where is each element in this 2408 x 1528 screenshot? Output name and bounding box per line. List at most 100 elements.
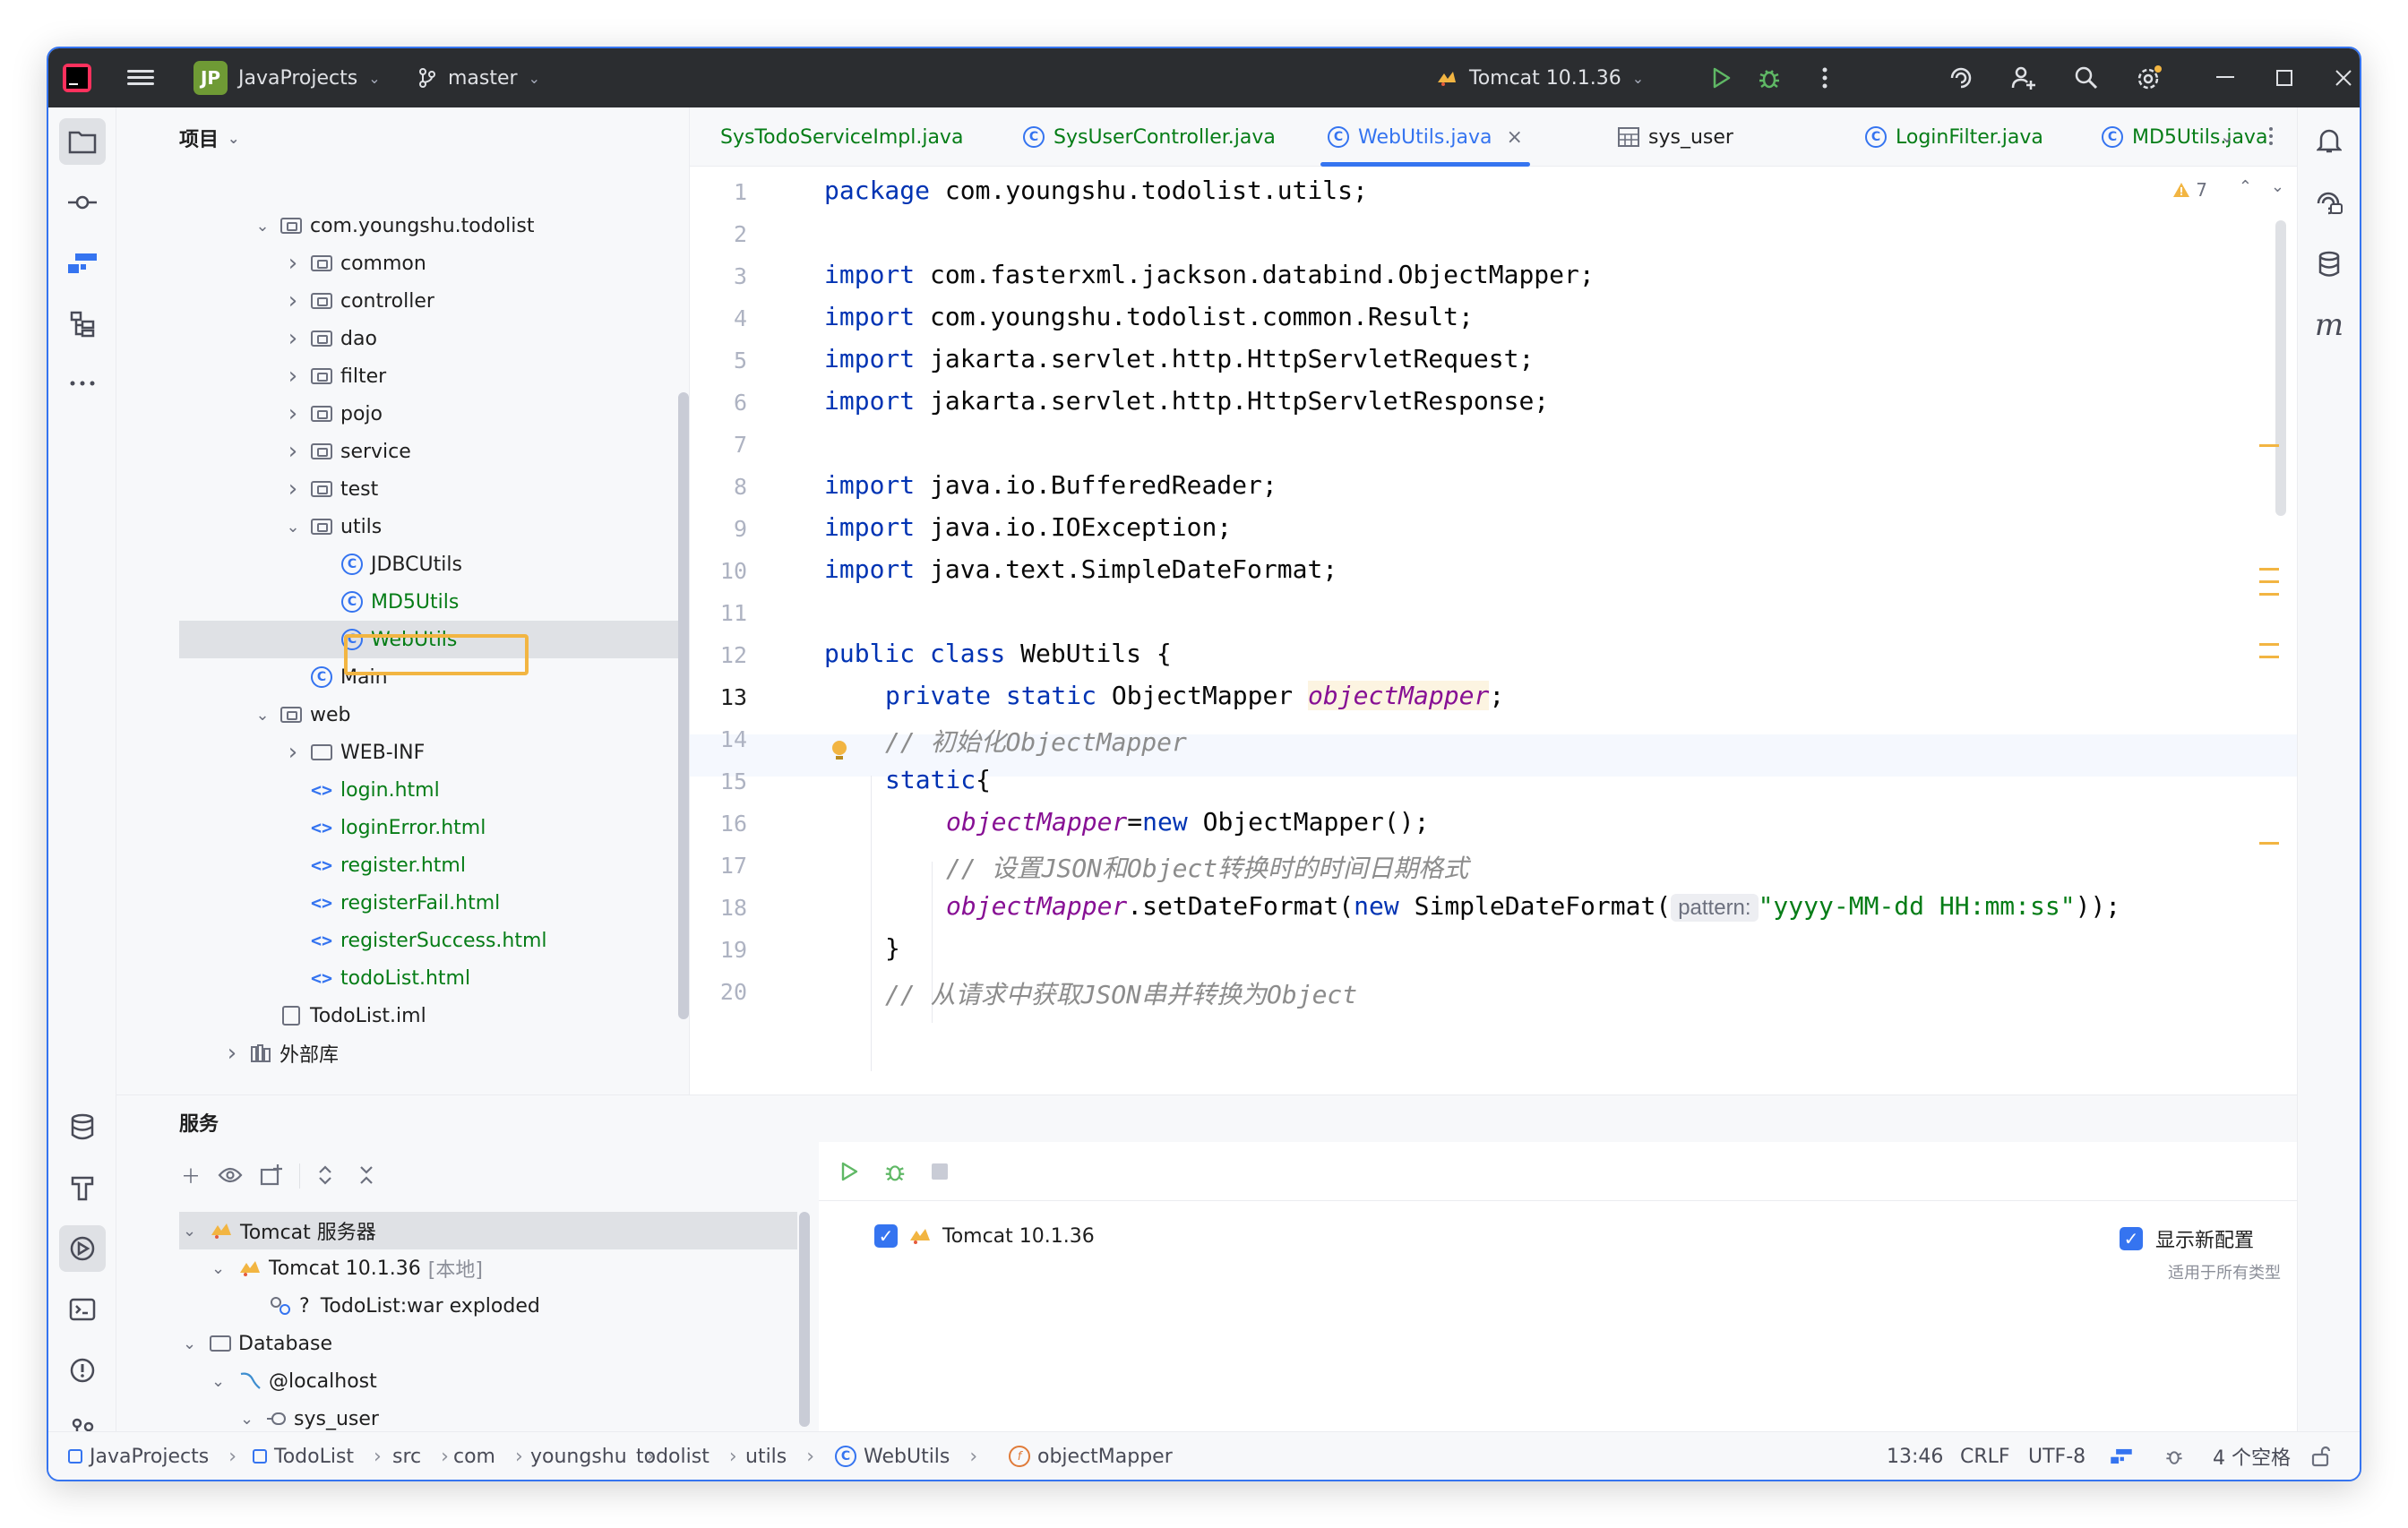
- ai-chat-icon[interactable]: [2307, 181, 2352, 226]
- config-item-row[interactable]: ✓ Tomcat 10.1.36: [874, 1224, 1095, 1248]
- project-tree-item[interactable]: › test: [116, 470, 680, 508]
- project-tree-item[interactable]: › common: [116, 245, 680, 282]
- line-number[interactable]: 9: [690, 516, 747, 542]
- services-tree-tomcat-server[interactable]: ⌄ Tomcat 服务器: [183, 1212, 376, 1249]
- structure-tool-icon[interactable]: [59, 301, 106, 348]
- intellij-logo-icon[interactable]: [63, 64, 91, 92]
- commit-tool-icon[interactable]: [59, 179, 106, 226]
- breadcrumb-item[interactable]: utils ›: [745, 1432, 814, 1480]
- file-encoding[interactable]: UTF-8: [2028, 1432, 2086, 1480]
- chevron-right-icon[interactable]: ›: [283, 438, 303, 465]
- database-tool-icon[interactable]: [59, 1103, 106, 1150]
- project-tree-item[interactable]: C WebUtils: [179, 621, 678, 658]
- chevron-right-icon[interactable]: ›: [283, 325, 303, 352]
- breadcrumb-item[interactable]: C WebUtils ›: [835, 1432, 977, 1480]
- line-separator[interactable]: CRLF: [1960, 1432, 2010, 1480]
- inspection-widget[interactable]: 7: [2172, 179, 2207, 201]
- chevron-right-icon[interactable]: ›: [283, 250, 303, 277]
- line-number[interactable]: 13: [690, 684, 747, 710]
- project-tree-item[interactable]: <> todoList.html: [116, 959, 680, 997]
- view-options-eye-icon[interactable]: [215, 1160, 245, 1190]
- line-number[interactable]: 3: [690, 263, 747, 289]
- chevron-right-icon[interactable]: ›: [283, 739, 303, 766]
- project-tree-item[interactable]: › WEB-INF: [116, 734, 680, 771]
- project-tree-item[interactable]: › dao: [116, 320, 680, 357]
- run-configuration-selector[interactable]: Tomcat 10.1.36 ⌄: [1435, 61, 1644, 95]
- editor-tab[interactable]: SysTodoServiceImpl.java: [720, 107, 963, 167]
- project-tree-item[interactable]: › service: [116, 433, 680, 470]
- project-scrollbar[interactable]: [678, 392, 689, 1019]
- services-tree-tomcat-instance[interactable]: ⌄ Tomcat 10.1.36 [本地]: [211, 1249, 483, 1287]
- line-number[interactable]: 1: [690, 179, 747, 205]
- project-tree-item[interactable]: C MD5Utils: [116, 583, 680, 621]
- line-number[interactable]: 8: [690, 474, 747, 500]
- project-tree-item[interactable]: ⌄ web: [116, 696, 680, 734]
- run-icon[interactable]: [1706, 63, 1736, 93]
- build-tool-icon[interactable]: [59, 1164, 106, 1211]
- project-tree-item[interactable]: C Main: [116, 658, 680, 696]
- project-tree-item[interactable]: › pojo: [116, 395, 680, 433]
- maximize-button[interactable]: [2266, 63, 2302, 93]
- previous-highlight-chevron-up-icon[interactable]: ⌃: [2239, 177, 2252, 196]
- tab-more-icon[interactable]: [2258, 118, 2284, 154]
- more-tools-icon[interactable]: [59, 360, 106, 407]
- plugin-status-icon[interactable]: [2109, 1432, 2134, 1480]
- main-menu-button[interactable]: [127, 66, 154, 90]
- chevron-right-icon[interactable]: ›: [283, 363, 303, 390]
- services-scrollbar[interactable]: [799, 1212, 810, 1427]
- notifications-bell-icon[interactable]: [2307, 118, 2352, 163]
- line-number[interactable]: 15: [690, 768, 747, 794]
- collapse-all-icon[interactable]: [351, 1160, 382, 1190]
- chevron-down-icon[interactable]: ⌄: [283, 518, 303, 537]
- indent-setting[interactable]: 4 个空格: [2213, 1432, 2291, 1480]
- debug-icon[interactable]: [1754, 63, 1784, 93]
- chevron-right-icon[interactable]: ›: [283, 400, 303, 427]
- maven-icon[interactable]: m: [2307, 303, 2352, 348]
- chevron-right-icon[interactable]: ›: [283, 288, 303, 314]
- line-number[interactable]: 10: [690, 558, 747, 584]
- add-user-icon[interactable]: [2008, 63, 2039, 93]
- breadcrumb-item[interactable]: src ›: [392, 1432, 449, 1480]
- project-tree-item[interactable]: ⌄ com.youngshu.todolist: [116, 207, 680, 245]
- line-number[interactable]: 14: [690, 726, 747, 752]
- settings-gear-icon[interactable]: [2134, 63, 2164, 93]
- caret-position[interactable]: 13:46: [1887, 1432, 1943, 1480]
- line-number[interactable]: 7: [690, 432, 747, 458]
- line-number[interactable]: 12: [690, 642, 747, 668]
- debug-icon[interactable]: [883, 1160, 907, 1183]
- more-actions-icon[interactable]: [1810, 63, 1840, 93]
- show-new-config-checkbox[interactable]: ✓: [2119, 1227, 2143, 1250]
- search-icon[interactable]: [2071, 63, 2102, 93]
- project-tree-item[interactable]: <> registerSuccess.html: [116, 922, 680, 959]
- breadcrumb-item[interactable]: com ›: [453, 1432, 523, 1480]
- new-tab-icon[interactable]: [256, 1160, 287, 1190]
- chevron-down-icon[interactable]: ⌄: [253, 706, 272, 725]
- problems-tool-icon[interactable]: [59, 1347, 106, 1394]
- chevron-right-icon[interactable]: ›: [222, 1040, 242, 1067]
- expand-all-icon[interactable]: [310, 1160, 340, 1190]
- line-number[interactable]: 19: [690, 937, 747, 963]
- editor-tab[interactable]: C SysUserController.java: [1023, 107, 1276, 167]
- project-view-selector[interactable]: 项目 ⌄: [179, 124, 239, 152]
- close-tab-icon[interactable]: ×: [1506, 126, 1522, 149]
- code-editor[interactable]: 1 2 3 4 5 6 7 8 9 10 11 12 13 14 15 16 17 18 19 20 package …: [690, 167, 2297, 1094]
- project-tree-item[interactable]: › 外部库: [116, 1034, 680, 1072]
- ai-assistant-icon[interactable]: [1946, 63, 1976, 93]
- breadcrumb-item[interactable]: todolist ›: [636, 1432, 737, 1480]
- services-tool-icon[interactable]: [59, 1225, 106, 1272]
- chevron-right-icon[interactable]: ›: [283, 476, 303, 502]
- stop-icon[interactable]: [930, 1162, 950, 1181]
- tab-list-chevron-icon[interactable]: ⌄: [2209, 118, 2245, 154]
- read-only-lock-icon[interactable]: [2311, 1432, 2331, 1480]
- project-tree-item[interactable]: TodoList.iml: [116, 997, 680, 1034]
- breadcrumb-item[interactable]: JavaProjects ›: [68, 1432, 236, 1480]
- project-tree-item[interactable]: <> login.html: [116, 771, 680, 809]
- breadcrumb-item[interactable]: f objectMapper: [1009, 1432, 1173, 1480]
- line-number[interactable]: 18: [690, 895, 747, 921]
- project-tree-item[interactable]: › filter: [116, 357, 680, 395]
- line-number[interactable]: 11: [690, 600, 747, 626]
- terminal-tool-icon[interactable]: [59, 1286, 106, 1333]
- project-tree-item[interactable]: <> registerFail.html: [116, 884, 680, 922]
- add-service-icon[interactable]: ＋: [176, 1160, 206, 1190]
- line-number[interactable]: 2: [690, 221, 747, 247]
